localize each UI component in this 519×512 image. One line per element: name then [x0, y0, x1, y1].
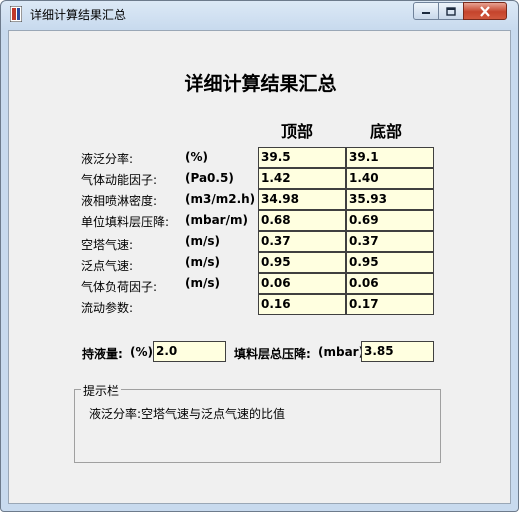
top-value-flow-parameter[interactable]: 0.16 [258, 294, 346, 315]
holdup-unit: (%) [130, 345, 153, 359]
bottom-value-liquid-spray-density[interactable]: 35.93 [346, 189, 434, 210]
title-bar[interactable]: 详细计算结果汇总 [1, 1, 518, 27]
bottom-value-gas-load-factor[interactable]: 0.06 [346, 273, 434, 294]
holdup-field[interactable]: 2.0 [153, 341, 226, 362]
row-label-liquid-spray-density: 液相喷淋密度: [81, 194, 158, 208]
row-unit-gas-kinetic-factor: (Pa0.5) [185, 171, 234, 185]
total-pressure-drop-field[interactable]: 3.85 [361, 341, 434, 362]
row-label-gas-kinetic-factor: 气体动能因子: [81, 173, 158, 187]
app-icon [10, 6, 22, 22]
bottom-value-flow-parameter[interactable]: 0.17 [346, 294, 434, 315]
minimize-icon [422, 12, 430, 14]
close-icon [480, 5, 490, 17]
column-header-bottom: 底部 [370, 122, 403, 141]
column-header-top: 顶部 [281, 122, 314, 141]
top-value-flooding-gas-velocity[interactable]: 0.95 [258, 252, 346, 273]
row-unit-flooding-gas-velocity: (m/s) [185, 255, 220, 269]
maximize-button[interactable] [438, 2, 464, 20]
bottom-value-unit-pressure-drop[interactable]: 0.69 [346, 210, 434, 231]
minimize-button[interactable] [413, 2, 439, 20]
window-title: 详细计算结果汇总 [30, 8, 127, 22]
top-value-flood-fraction[interactable]: 39.5 [258, 147, 346, 168]
row-label-superficial-gas-velocity: 空塔气速: [81, 238, 134, 252]
client-area: 详细计算结果汇总 顶部 底部 液泛分率: (%) 39.5 39.1 气体动能因… [8, 30, 511, 504]
row-unit-gas-load-factor: (m/s) [185, 276, 220, 290]
top-value-superficial-gas-velocity[interactable]: 0.37 [258, 231, 346, 252]
maximize-icon [446, 6, 456, 16]
row-label-flood-fraction: 液泛分率: [81, 152, 134, 166]
hint-groupbox [74, 389, 441, 463]
page-title: 详细计算结果汇总 [184, 73, 337, 95]
row-unit-liquid-spray-density: (m3/m2.h) [185, 192, 256, 206]
hint-text: 液泛分率:空塔气速与泛点气速的比值 [89, 407, 286, 421]
top-value-liquid-spray-density[interactable]: 34.98 [258, 189, 346, 210]
top-value-gas-load-factor[interactable]: 0.06 [258, 273, 346, 294]
row-unit-flood-fraction: (%) [185, 150, 208, 164]
hint-legend: 提示栏 [81, 382, 122, 399]
row-unit-superficial-gas-velocity: (m/s) [185, 234, 220, 248]
top-value-unit-pressure-drop[interactable]: 0.68 [258, 210, 346, 231]
row-label-flooding-gas-velocity: 泛点气速: [81, 259, 134, 273]
row-label-flow-parameter: 流动参数: [81, 301, 134, 315]
row-unit-unit-pressure-drop: (mbar/m) [185, 213, 248, 227]
close-button[interactable] [463, 2, 507, 20]
bottom-value-gas-kinetic-factor[interactable]: 1.40 [346, 168, 434, 189]
total-pressure-drop-label: 填料层总压降: [234, 347, 311, 361]
row-label-unit-pressure-drop: 单位填料层压降: [81, 215, 170, 229]
dialog-window: 详细计算结果汇总 详细计算结果汇总 顶部 底部 液泛分率: (%) 39.5 3… [0, 0, 519, 512]
holdup-label: 持液量: [82, 347, 123, 361]
bottom-value-flooding-gas-velocity[interactable]: 0.95 [346, 252, 434, 273]
bottom-value-flood-fraction[interactable]: 39.1 [346, 147, 434, 168]
bottom-value-superficial-gas-velocity[interactable]: 0.37 [346, 231, 434, 252]
total-pressure-drop-unit: (mbar) [318, 345, 365, 359]
row-label-gas-load-factor: 气体负荷因子: [81, 280, 158, 294]
top-value-gas-kinetic-factor[interactable]: 1.42 [258, 168, 346, 189]
